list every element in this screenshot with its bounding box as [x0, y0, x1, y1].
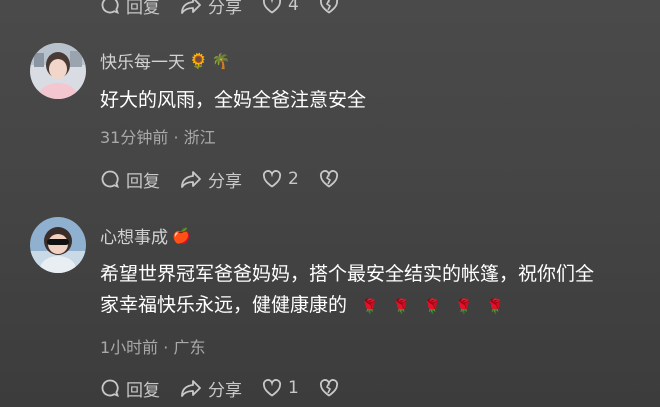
reply-label: 回复 — [126, 380, 160, 401]
reply-button[interactable]: 回复 — [100, 376, 160, 401]
rose-emoji: 🌹 — [392, 299, 410, 315]
heart-icon — [262, 170, 282, 188]
share-button[interactable]: 分享 — [180, 167, 242, 192]
comment-text-line: 希望世界冠军爸爸妈妈，搭个最安全结实的帐篷，祝你们全 — [100, 263, 595, 285]
comment-text-line: 家幸福快乐永远，健健康康的 🌹 🌹 🌹 🌹 🌹 — [100, 290, 652, 323]
share-label: 分享 — [208, 0, 242, 18]
avatar[interactable] — [30, 217, 86, 273]
avatar[interactable] — [30, 43, 86, 99]
share-label: 分享 — [208, 171, 242, 192]
broken-heart-icon — [319, 0, 338, 14]
comment-meta: 31分钟前 · 浙江 — [100, 128, 216, 147]
username[interactable]: 心想事成 🍎 — [100, 223, 191, 249]
like-button[interactable]: 4 — [262, 0, 299, 15]
username-text: 心想事成 — [100, 228, 168, 248]
rose-emoji: 🌹 — [486, 299, 505, 315]
comment-text-line-content: 家幸福快乐永远，健健康康的 — [100, 294, 348, 316]
comment-bubble-icon — [101, 0, 119, 15]
reply-label: 回复 — [126, 171, 160, 192]
comment-bubble-icon — [101, 170, 119, 189]
reply-button[interactable]: 回复 — [100, 167, 160, 192]
comment-action-bar: 回复 分享 1 — [100, 376, 359, 401]
like-count: 4 — [288, 0, 299, 15]
rose-emoji: 🌹 — [361, 299, 379, 315]
comment-text: 好大的风雨，全妈全爸注意安全 — [100, 89, 367, 111]
top-action-bar: 回复 分享 4 — [100, 0, 359, 18]
dislike-button[interactable] — [319, 170, 339, 188]
dislike-button[interactable] — [319, 379, 339, 397]
avatar-photo — [30, 43, 86, 99]
share-button[interactable]: 分享 — [180, 376, 242, 401]
share-label: 分享 — [208, 380, 242, 401]
rose-emoji: 🌹 — [423, 299, 442, 315]
broken-heart-icon — [319, 379, 338, 397]
sunflower-emoji: 🌻 — [189, 51, 208, 70]
dislike-button[interactable] — [319, 0, 339, 14]
apple-emoji: 🍎 — [172, 226, 191, 245]
heart-icon — [262, 379, 282, 397]
username[interactable]: 快乐每一天 🌻 🌴 — [100, 48, 231, 74]
like-count: 2 — [288, 169, 299, 189]
like-button[interactable]: 1 — [262, 378, 299, 398]
comment-action-bar: 回复 分享 2 — [100, 167, 359, 192]
avatar-photo — [30, 217, 86, 273]
share-icon — [181, 0, 201, 14]
rose-emoji: 🌹 — [455, 299, 473, 315]
comment-bubble-icon — [101, 379, 119, 398]
share-icon — [181, 171, 201, 188]
like-count: 1 — [288, 378, 299, 398]
reply-button[interactable]: 回复 — [100, 0, 160, 18]
palm-tree-emoji: 🌴 — [211, 51, 231, 70]
reply-label: 回复 — [126, 0, 160, 18]
comment-text: 希望世界冠军爸爸妈妈，搭个最安全结实的帐篷，祝你们全 家幸福快乐永远，健健康康的… — [100, 259, 652, 323]
heart-icon — [262, 0, 282, 14]
broken-heart-icon — [319, 170, 338, 188]
share-icon — [181, 380, 201, 397]
like-button[interactable]: 2 — [262, 169, 299, 189]
comment-meta: 1小时前 · 广东 — [100, 338, 206, 357]
share-button[interactable]: 分享 — [180, 0, 242, 18]
username-text: 快乐每一天 — [100, 53, 185, 73]
